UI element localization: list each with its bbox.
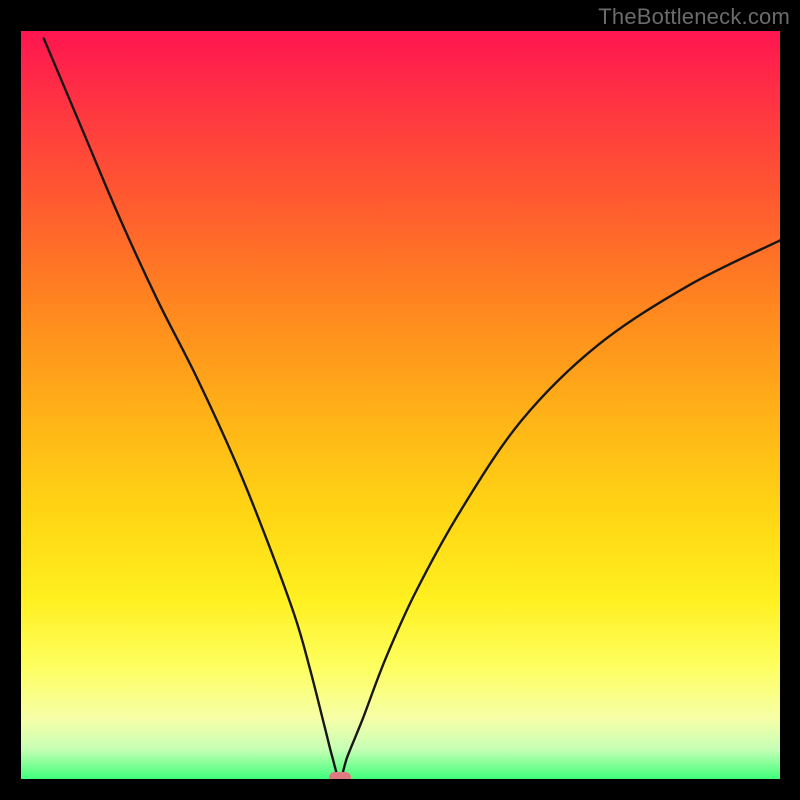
chart-frame: TheBottleneck.com (0, 0, 800, 800)
plot-area (21, 31, 780, 779)
optimum-marker (329, 772, 351, 779)
watermark-text: TheBottleneck.com (598, 4, 790, 30)
bottleneck-curve (21, 31, 780, 779)
curve-path (44, 39, 780, 780)
